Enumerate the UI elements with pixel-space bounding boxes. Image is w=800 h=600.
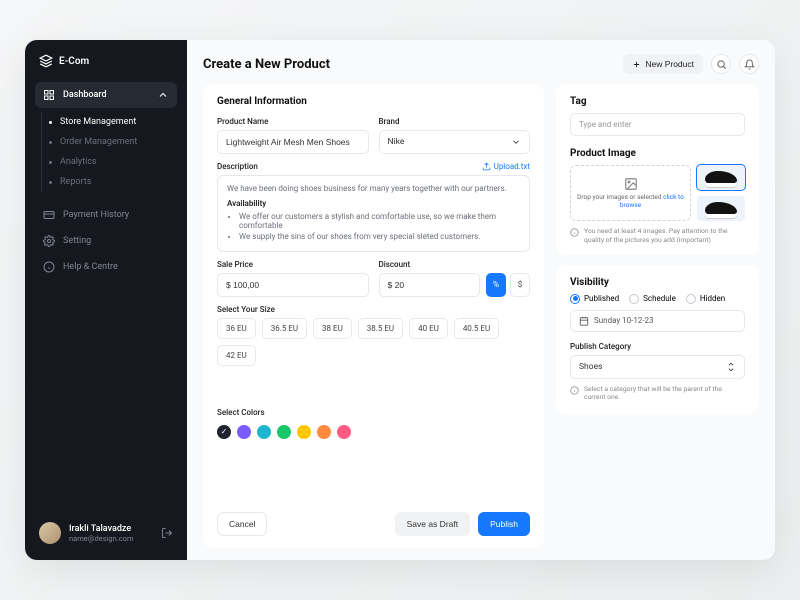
subnav-analytics[interactable]: Analytics [35, 152, 177, 172]
sale-price-input[interactable] [217, 273, 369, 297]
selector-icon [726, 362, 736, 372]
bell-icon [744, 59, 755, 70]
category-select[interactable]: Shoes [570, 355, 745, 379]
discount-percent-button[interactable]: % [486, 273, 506, 297]
size-chip[interactable]: 40.5 EU [454, 318, 499, 339]
notifications-button[interactable] [739, 54, 759, 74]
user-card: Irakli Talavadze name@design.com [35, 516, 177, 550]
image-title: Product Image [570, 148, 745, 159]
product-name-label: Product Name [217, 117, 369, 126]
subnav-reports[interactable]: Reports [35, 172, 177, 192]
sale-price-label: Sale Price [217, 260, 369, 269]
size-chip[interactable]: 36 EU [217, 318, 256, 339]
category-label: Publish Category [570, 342, 745, 351]
cancel-button[interactable]: Cancel [217, 512, 267, 536]
user-email: name@design.com [69, 534, 134, 543]
color-swatch[interactable] [337, 425, 351, 439]
nav-payment[interactable]: Payment History [35, 202, 177, 228]
topbar: Create a New Product New Product [203, 54, 759, 74]
size-chip[interactable]: 40 EU [409, 318, 448, 339]
info-icon [43, 261, 55, 273]
description-box[interactable]: We have been doing shoes business for ma… [217, 175, 530, 252]
size-chip[interactable]: 38 EU [313, 318, 352, 339]
size-chip[interactable]: 38.5 EU [358, 318, 403, 339]
nav-dashboard[interactable]: Dashboard [35, 82, 177, 108]
visibility-hidden[interactable]: Hidden [686, 294, 725, 304]
avatar[interactable] [39, 522, 61, 544]
tag-title: Tag [570, 96, 745, 107]
subnav-store[interactable]: Store Management [35, 112, 177, 132]
discount-dollar-button[interactable]: $ [510, 273, 530, 297]
color-swatch[interactable] [217, 425, 231, 439]
chevron-up-icon [157, 89, 169, 101]
product-name-input[interactable] [217, 130, 369, 154]
search-icon [716, 59, 727, 70]
publish-button[interactable]: Publish [478, 512, 530, 536]
nav-help[interactable]: Help & Centre [35, 254, 177, 280]
brand-label: Brand [379, 117, 531, 126]
gear-icon [43, 235, 55, 247]
tag-panel: Tag Type and enter Product Image Drop yo… [556, 84, 759, 255]
availability-label: Availability [227, 199, 520, 208]
logout-icon[interactable] [161, 527, 173, 539]
subnav-order[interactable]: Order Management [35, 132, 177, 152]
description-label: Description [217, 162, 258, 171]
main: Create a New Product New Product General… [187, 40, 775, 560]
page-title: Create a New Product [203, 57, 330, 72]
color-swatch[interactable] [277, 425, 291, 439]
brand-select[interactable]: Nike [379, 130, 531, 154]
description-intro: We have been doing shoes business for ma… [227, 184, 520, 193]
grid-icon [43, 89, 55, 101]
general-panel: General Information Product Name Brand N… [203, 84, 544, 548]
color-swatch[interactable] [317, 425, 331, 439]
info-icon [570, 228, 579, 237]
info-icon [570, 386, 579, 395]
product-thumb[interactable] [697, 196, 745, 221]
sidebar: E-Com Dashboard Store Management Order M… [25, 40, 187, 560]
availability-item: We supply the sins of our shoes from ver… [239, 232, 520, 241]
user-name: Irakli Talavadze [69, 524, 134, 534]
color-swatch[interactable] [297, 425, 311, 439]
discount-input[interactable] [379, 273, 481, 297]
size-chip[interactable]: 36.5 EU [262, 318, 307, 339]
image-dropzone[interactable]: Drop your images or selected click to br… [570, 165, 691, 221]
image-icon [624, 177, 638, 191]
visibility-title: Visibility [570, 277, 745, 288]
visibility-panel: Visibility Published Schedule Hidden Sun… [556, 265, 759, 415]
general-title: General Information [217, 96, 530, 107]
schedule-date[interactable]: Sunday 10-12-23 [570, 310, 745, 332]
calendar-icon [579, 316, 589, 326]
image-hint: You need at least 4 images. Pay attentio… [570, 227, 745, 245]
visibility-published[interactable]: Published [570, 294, 619, 304]
brand: E-Com [39, 54, 173, 68]
save-draft-button[interactable]: Save as Draft [395, 512, 471, 536]
discount-label: Discount [379, 260, 531, 269]
nav-setting[interactable]: Setting [35, 228, 177, 254]
tag-input[interactable]: Type and enter [570, 113, 745, 136]
product-thumb[interactable] [697, 165, 745, 190]
new-product-button[interactable]: New Product [623, 54, 703, 74]
visibility-schedule[interactable]: Schedule [629, 294, 676, 304]
upload-link[interactable]: Upload.txt [482, 162, 530, 171]
search-button[interactable] [711, 54, 731, 74]
logo-icon [39, 54, 53, 68]
size-label: Select Your Size [217, 305, 530, 314]
size-chip[interactable]: 42 EU [217, 345, 256, 366]
category-hint: Select a category that will be the paren… [570, 385, 745, 403]
availability-item: We offer our customers a stylish and com… [239, 212, 520, 230]
upload-icon [482, 162, 491, 171]
card-icon [43, 209, 55, 221]
color-swatch[interactable] [237, 425, 251, 439]
chevron-down-icon [511, 137, 521, 147]
colors-label: Select Colors [217, 408, 530, 417]
color-swatch[interactable] [257, 425, 271, 439]
subnav: Store Management Order Management Analyt… [35, 112, 177, 192]
plus-icon [632, 60, 641, 69]
